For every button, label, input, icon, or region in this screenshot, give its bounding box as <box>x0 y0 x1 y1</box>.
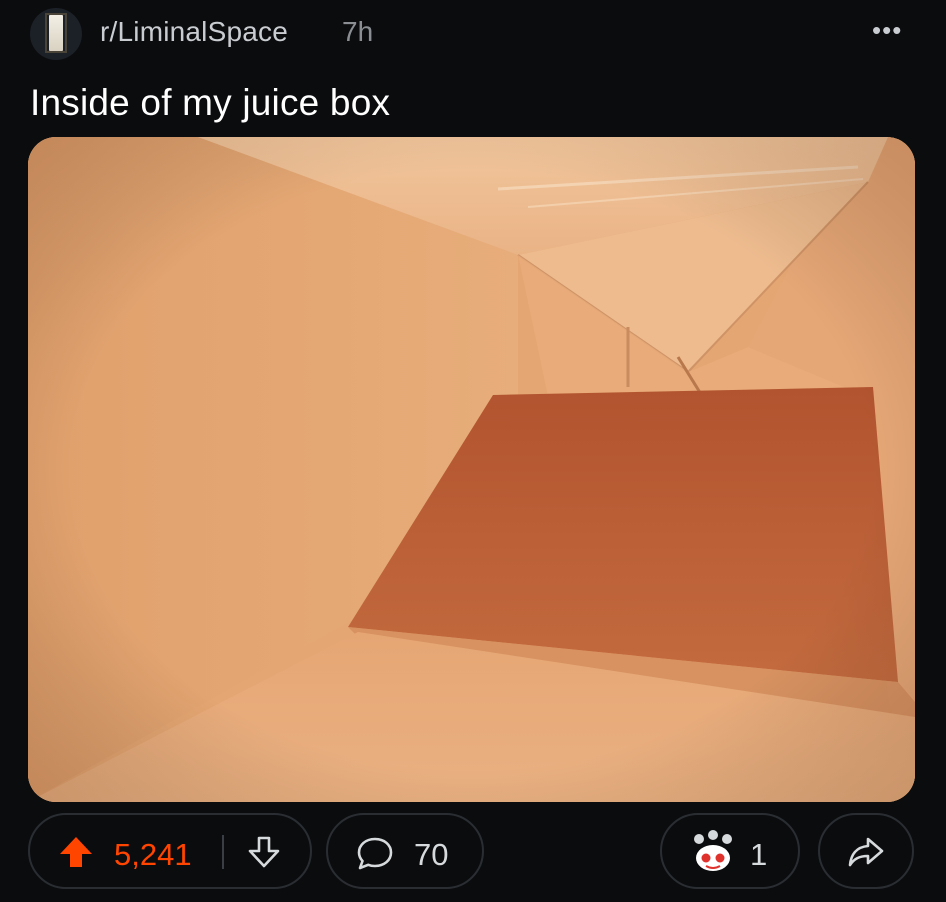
vignette <box>28 137 915 802</box>
vote-divider <box>222 835 224 869</box>
comment-count: 70 <box>414 837 449 872</box>
avatar-door <box>49 15 63 51</box>
post-title[interactable]: Inside of my juice box <box>30 82 390 124</box>
post-card: r/LiminalSpace 7h ••• Inside of my juice… <box>0 0 946 902</box>
more-options-icon[interactable]: ••• <box>872 17 902 43</box>
comments-button[interactable]: 70 <box>326 813 484 889</box>
post-age: 7h <box>342 16 374 47</box>
downvote-arrow-icon[interactable] <box>246 834 282 870</box>
juice-box-interior-illustration <box>28 137 915 802</box>
speech-bubble-icon <box>357 837 393 870</box>
share-arrow-icon <box>848 837 884 867</box>
subreddit-name[interactable]: r/LiminalSpace <box>100 16 288 48</box>
award-button[interactable]: 1 <box>660 813 800 889</box>
upvote-arrow-icon[interactable] <box>58 835 94 869</box>
share-button[interactable] <box>818 813 914 889</box>
post-image[interactable] <box>28 137 915 802</box>
award-count: 1 <box>750 837 768 872</box>
vote-score: 5,241 <box>114 837 192 872</box>
award-icon <box>694 830 732 871</box>
subreddit-avatar[interactable] <box>30 8 82 60</box>
vote-control: 5,241 <box>28 813 312 889</box>
